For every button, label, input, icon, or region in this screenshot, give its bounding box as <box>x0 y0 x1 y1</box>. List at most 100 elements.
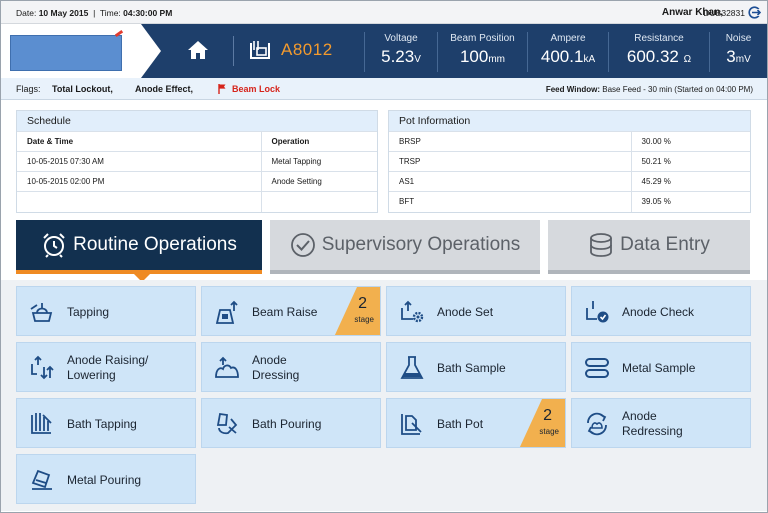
flask-icon <box>399 355 425 381</box>
beam-position-value: 100 <box>459 47 489 66</box>
beam-position-readout: Beam Position 100mm <box>438 24 527 78</box>
schedule-table: Date & Time Operation 10-05-2015 07:30 A… <box>17 131 377 212</box>
anode-redressing-icon <box>584 411 610 437</box>
column-header: Operation <box>260 131 377 152</box>
header-bar: A8012 Voltage 5.23V Beam Position 100mm … <box>1 24 767 78</box>
tapping-icon <box>29 299 55 325</box>
tab-supervisory-operations[interactable]: Supervisory Operations <box>270 220 540 274</box>
operation-label: Bath Tapping <box>67 416 137 431</box>
date-label: Date: <box>16 8 37 18</box>
table-row[interactable]: 10-05-2015 07:30 AM Metal Tapping <box>17 151 377 172</box>
table-cell: BFT <box>389 191 631 212</box>
table-row: AS1 45.29 % <box>389 171 750 192</box>
table-row[interactable]: 10-05-2015 02:00 PM Anode Setting <box>17 171 377 192</box>
date-time-separator: | <box>90 8 98 18</box>
resistance-unit: Ω <box>683 54 692 65</box>
operation-label: Anode Set <box>437 304 494 319</box>
beam-position-unit: mm <box>488 54 506 65</box>
bath-pot-button[interactable]: Bath Pot 2 stage <box>386 398 566 448</box>
bath-tapping-button[interactable]: Bath Tapping <box>16 398 196 448</box>
noise-label: Noise <box>725 33 752 44</box>
pot-information-panel: Pot Information BRSP 30.00 % TRSP 50.21 … <box>388 110 751 213</box>
bath-pot-icon <box>399 411 425 437</box>
noise-value: 3 <box>726 47 736 66</box>
table-row: TRSP 50.21 % <box>389 151 750 172</box>
resistance-label: Resistance <box>634 33 684 44</box>
feed-window-value: Base Feed - 30 min <box>602 85 673 94</box>
flags-bar: Flags: Total Lockout, Anode Effect, Beam… <box>1 78 767 100</box>
flag-anode-effect: Anode Effect, <box>135 84 194 94</box>
logo-area <box>1 24 141 78</box>
pot-id: A8012 <box>281 40 333 59</box>
stage-text: stage <box>539 427 559 436</box>
anode-set-icon <box>399 299 425 325</box>
tab-label: Routine Operations <box>73 234 237 255</box>
pot-icon <box>249 40 271 60</box>
table-cell: 45.29 % <box>630 171 750 192</box>
table-cell <box>17 191 261 212</box>
voltage-label: Voltage <box>384 33 418 44</box>
metal-sample-button[interactable]: Metal Sample <box>571 342 751 392</box>
anode-set-button[interactable]: Anode Set <box>386 286 566 336</box>
table-row <box>17 191 377 212</box>
check-circle-icon <box>290 232 322 258</box>
table-cell <box>260 191 377 212</box>
stage-badge <box>334 287 380 335</box>
table-cell: AS1 <box>389 171 631 192</box>
anode-check-button[interactable]: Anode Check <box>571 286 751 336</box>
time-label: Time: <box>99 8 121 18</box>
table-cell: Metal Tapping <box>260 151 377 172</box>
table-row: BFT 39.05 % <box>389 191 750 212</box>
metal-pouring-button[interactable]: Metal Pouring <box>16 454 196 504</box>
operation-label: Tapping <box>67 304 110 319</box>
database-icon <box>588 232 620 258</box>
tapping-button[interactable]: Tapping <box>16 286 196 336</box>
ampere-readout: Ampere 400.1kA <box>528 24 608 78</box>
status-bar: Date: 10 May 2015 | Time: 04:30:00 PM An… <box>1 1 767 24</box>
anode-redressing-button[interactable]: Anode Redressing <box>571 398 751 448</box>
operation-label: Bath Sample <box>437 360 506 375</box>
table-cell: Anode Setting <box>260 171 377 192</box>
noise-unit: mV <box>735 54 751 65</box>
operation-label: Metal Pouring <box>67 472 142 487</box>
tab-data-entry[interactable]: Data Entry <box>548 220 750 274</box>
bath-pouring-icon <box>214 411 240 437</box>
anode-dressing-icon <box>214 355 240 381</box>
operation-label: Anode Raising/ Lowering <box>67 353 149 382</box>
user-id: DUB32831 <box>703 8 745 18</box>
operation-label: Anode Check <box>622 304 695 319</box>
tab-label: Data Entry <box>620 234 710 255</box>
anode-check-icon <box>584 299 610 325</box>
pot-information-table: BRSP 30.00 % TRSP 50.21 % AS1 45.29 % BF… <box>389 131 750 212</box>
resistance-readout: Resistance 600.32 Ω <box>609 24 709 78</box>
table-cell: 10-05-2015 02:00 PM <box>17 171 261 192</box>
company-logo[interactable] <box>10 35 122 71</box>
table-cell: 39.05 % <box>630 191 750 212</box>
operation-label: Metal Sample <box>622 360 696 375</box>
ampere-value: 400.1 <box>540 47 584 66</box>
logout-icon[interactable] <box>748 6 761 19</box>
voltage-value: 5.23 <box>381 47 415 66</box>
resistance-value: 600.32 <box>626 47 679 66</box>
tab-routine-operations[interactable]: Routine Operations <box>16 220 262 274</box>
bath-pouring-button[interactable]: Bath Pouring <box>201 398 381 448</box>
anode-raising-lowering-button[interactable]: Anode Raising/ Lowering <box>16 342 196 392</box>
metal-sample-icon <box>584 355 610 381</box>
pot-information-title: Pot Information <box>389 111 750 131</box>
feed-window: Feed Window: Base Feed - 30 min (Started… <box>546 85 753 94</box>
flag-total-lockout: Total Lockout, <box>52 84 113 94</box>
voltage-unit: V <box>414 54 421 65</box>
operation-label: Bath Pot <box>437 416 484 431</box>
bath-sample-button[interactable]: Bath Sample <box>386 342 566 392</box>
noise-readout: Noise 3mV <box>710 24 767 78</box>
home-icon[interactable] <box>187 40 209 60</box>
beam-raise-button[interactable]: Beam Raise 2 stage <box>201 286 381 336</box>
anode-dressing-button[interactable]: Anode Dressing <box>201 342 381 392</box>
breadcrumb-chevron <box>141 24 161 78</box>
feed-window-note: (Started on 04:00 PM) <box>674 85 753 94</box>
stage-number: 2 <box>543 407 552 424</box>
table-cell: 50.21 % <box>630 151 750 172</box>
header-divider <box>233 36 234 66</box>
flag-beam-lock: Beam Lock <box>232 84 281 94</box>
date-value: 10 May 2015 <box>38 8 89 18</box>
